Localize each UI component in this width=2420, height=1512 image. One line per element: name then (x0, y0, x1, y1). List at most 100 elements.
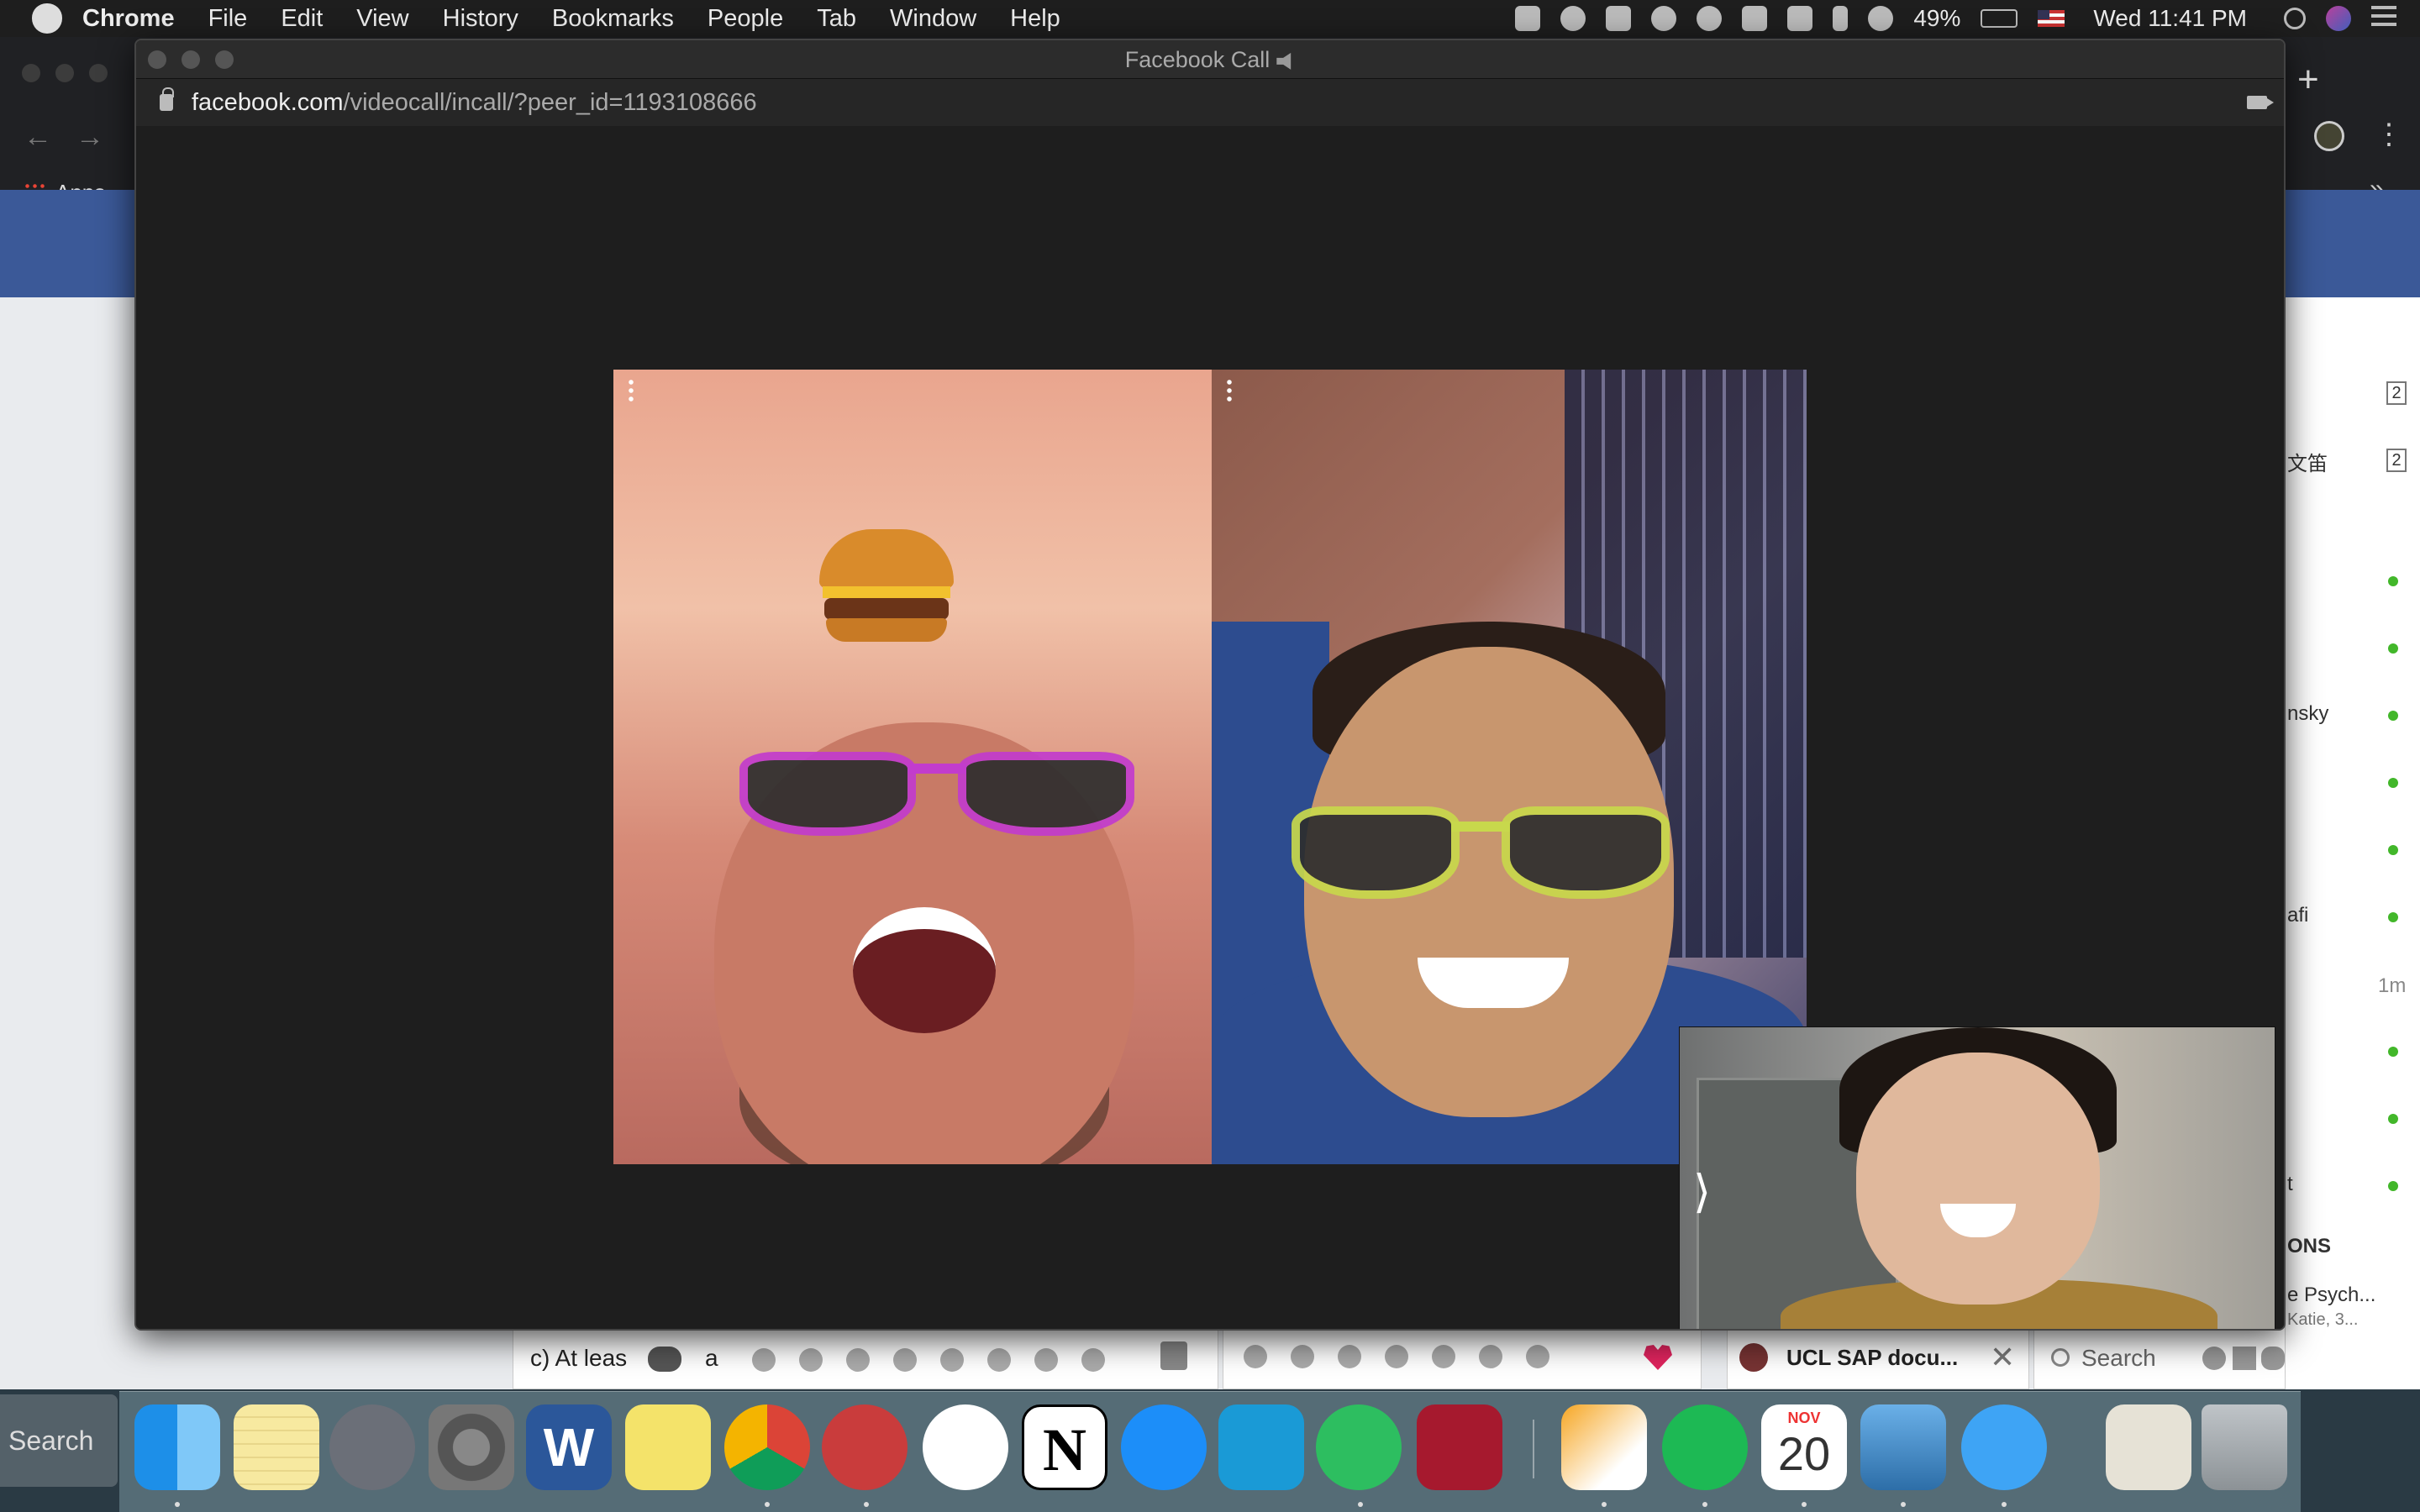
preview-icon[interactable] (1860, 1404, 1946, 1490)
chat-bubble-icon[interactable] (648, 1347, 681, 1372)
gear-icon[interactable] (2202, 1347, 2226, 1370)
chat-tab-ucl-sap[interactable]: UCL SAP docu... ✕ (1727, 1324, 2029, 1389)
system-preferences-icon[interactable] (429, 1404, 514, 1490)
chat-tab[interactable] (1223, 1324, 1702, 1389)
trash-icon[interactable] (2202, 1404, 2287, 1490)
attach-icon[interactable] (940, 1347, 964, 1372)
participant-video-1[interactable] (613, 370, 1212, 1164)
compose-icon[interactable] (2233, 1347, 2256, 1370)
kindle-icon[interactable] (1218, 1404, 1304, 1490)
back-arrow-icon[interactable]: ← (24, 121, 52, 154)
photo-icon[interactable] (1244, 1345, 1267, 1368)
speaker-icon[interactable] (1276, 52, 1292, 70)
pages-icon[interactable] (1561, 1404, 1647, 1490)
clock[interactable]: Wed 11:41 PM (2093, 5, 2247, 32)
bg-close-button[interactable] (22, 64, 40, 82)
menu-history[interactable]: History (443, 5, 518, 33)
photo-icon[interactable] (752, 1347, 776, 1372)
wifi-icon[interactable] (1868, 6, 1894, 31)
documents-folder-icon[interactable] (2106, 1404, 2191, 1490)
sidebar-contact-snippet[interactable]: 文笛 (2287, 447, 2328, 476)
attach-icon[interactable] (1432, 1345, 1455, 1368)
game-icon[interactable] (1081, 1347, 1105, 1372)
bg-zoom-button[interactable] (89, 64, 108, 82)
contacts-icon[interactable] (2261, 1347, 2285, 1370)
messages-icon[interactable] (1961, 1404, 2047, 1490)
chat-tab[interactable]: c) At leas a (513, 1324, 1218, 1389)
battery-icon[interactable] (1981, 9, 2018, 28)
sticker-icon[interactable] (1291, 1345, 1314, 1368)
slack-icon[interactable] (923, 1404, 1008, 1490)
gif-icon[interactable] (1338, 1345, 1361, 1368)
like-icon[interactable] (1160, 1341, 1187, 1370)
grid-tray-icon[interactable] (1742, 6, 1768, 31)
link-icon[interactable] (987, 1347, 1011, 1372)
stickies-icon[interactable] (625, 1404, 711, 1490)
sidebar-contact-snippet[interactable]: t (2287, 1173, 2293, 1196)
bg-minimize-button[interactable] (55, 64, 74, 82)
chrome-menu-icon[interactable]: ⋮ (2375, 118, 2403, 151)
chat-search-input[interactable]: Search (2081, 1345, 2156, 1372)
calendar-icon[interactable]: NOV 20 (1761, 1404, 1847, 1490)
mendeley-icon[interactable] (1417, 1404, 1502, 1490)
participant-1-mouth (853, 907, 996, 1033)
chevron-right-icon[interactable]: ⟩ (1693, 1167, 1713, 1217)
search-icon[interactable] (2284, 8, 2306, 29)
notion-icon[interactable]: N (1022, 1404, 1107, 1490)
sidebar-group-name[interactable]: e Psych... (2287, 1284, 2375, 1307)
bluetooth-icon[interactable] (1833, 6, 1849, 31)
battery-percent[interactable]: 49% (1913, 5, 1960, 32)
evernote-tray-icon[interactable] (1515, 6, 1541, 31)
camera-icon[interactable] (1034, 1347, 1058, 1372)
sidebar-contact-snippet[interactable]: nsky (2287, 702, 2328, 726)
link-icon[interactable] (1479, 1345, 1502, 1368)
apple-menu-icon[interactable] (32, 3, 62, 34)
emoji-icon[interactable] (893, 1347, 917, 1372)
self-view-video[interactable]: ⟩ (1679, 1026, 2275, 1329)
word-icon[interactable]: W (526, 1404, 612, 1490)
chat-sidebar-search[interactable]: Search (2033, 1324, 2286, 1389)
menu-tab[interactable]: Tab (817, 5, 856, 33)
forward-arrow-icon[interactable]: → (76, 121, 104, 154)
notes-icon[interactable] (234, 1404, 319, 1490)
menu-people[interactable]: People (708, 5, 783, 33)
call-title-bar[interactable]: Facebook Call (136, 40, 2284, 79)
bear-icon[interactable] (822, 1404, 908, 1490)
menu-view[interactable]: View (356, 5, 408, 33)
notification-center-icon[interactable] (2371, 6, 2396, 31)
menu-help[interactable]: Help (1010, 5, 1060, 33)
gif-icon[interactable] (846, 1347, 870, 1372)
spotify-icon[interactable] (1662, 1404, 1748, 1490)
siri-icon[interactable] (2326, 6, 2351, 31)
new-tab-button[interactable]: + (2297, 59, 2319, 101)
finder-icon[interactable] (134, 1404, 220, 1490)
menu-window[interactable]: Window (890, 5, 976, 33)
flag-us-icon[interactable] (2038, 10, 2065, 27)
launchpad-icon[interactable] (329, 1404, 415, 1490)
calendar-month: NOV (1787, 1410, 1821, 1426)
tile-options-icon[interactable] (629, 378, 634, 403)
sidebar-contact-snippet[interactable]: afi (2287, 904, 2308, 927)
creative-cloud-tray-icon[interactable] (1560, 6, 1586, 31)
sync-tray-icon[interactable] (1697, 6, 1723, 31)
dock-search-field[interactable]: Search (0, 1394, 118, 1487)
menu-edit[interactable]: Edit (281, 5, 323, 33)
menu-file[interactable]: File (208, 5, 248, 33)
evernote-icon[interactable] (1316, 1404, 1402, 1490)
malwarebytes-tray-icon[interactable] (1787, 6, 1813, 31)
camera-icon[interactable] (2247, 96, 2274, 109)
tile-options-icon[interactable] (1227, 378, 1232, 403)
close-icon[interactable]: ✕ (1990, 1340, 2015, 1375)
heart-icon[interactable] (1644, 1345, 1672, 1370)
menu-bookmarks[interactable]: Bookmarks (552, 5, 674, 33)
sticker-icon[interactable] (799, 1347, 823, 1372)
menu-app-name[interactable]: Chrome (82, 5, 175, 33)
chrome-icon[interactable] (724, 1404, 810, 1490)
profile-avatar-icon[interactable] (2314, 121, 2344, 151)
dropbox-tray-icon[interactable] (1606, 6, 1632, 31)
camera-icon[interactable] (1526, 1345, 1549, 1368)
lock-icon[interactable] (160, 87, 174, 111)
emoji-icon[interactable] (1385, 1345, 1408, 1368)
cloud-tray-icon[interactable] (1651, 6, 1677, 31)
app-store-icon[interactable] (1121, 1404, 1207, 1490)
